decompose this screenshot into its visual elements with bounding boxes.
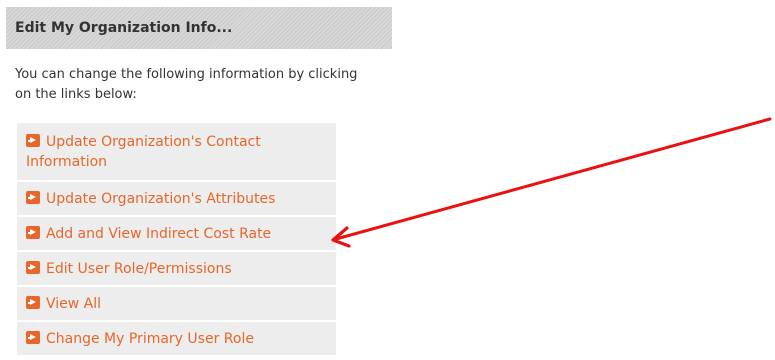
link-label: Update Organization's Attributes [46,191,276,207]
panel-intro-text: You can change the following information… [15,67,358,102]
link-edit-user-role-permissions[interactable]: Edit User Role/Permissions [17,252,336,287]
link-update-contact-information[interactable]: Update Organization's Contact Informatio… [17,123,336,182]
link-label: Edit User Role/Permissions [46,261,232,277]
edit-org-panel: Edit My Organization Info... You can cha… [6,7,392,357]
arrow-right-icon [26,261,40,274]
arrow-right-icon [26,331,40,344]
arrow-right-icon [26,226,40,239]
panel-title: Edit My Organization Info... [6,7,392,49]
link-label: Update Organization's Contact Informatio… [26,134,261,170]
annotation-arrow-shaft [334,117,772,241]
link-label: View All [46,296,102,312]
link-label: Add and View Indirect Cost Rate [46,226,272,242]
link-label: Change My Primary User Role [46,331,254,347]
arrow-right-icon [26,191,40,204]
arrow-right-icon [26,296,40,309]
arrow-right-icon [26,134,40,147]
link-update-attributes[interactable]: Update Organization's Attributes [17,182,336,217]
link-indirect-cost-rate[interactable]: Add and View Indirect Cost Rate [17,217,336,252]
link-change-primary-user-role[interactable]: Change My Primary User Role [17,322,336,357]
link-list: Update Organization's Contact Informatio… [17,123,336,357]
link-view-all[interactable]: View All [17,287,336,322]
